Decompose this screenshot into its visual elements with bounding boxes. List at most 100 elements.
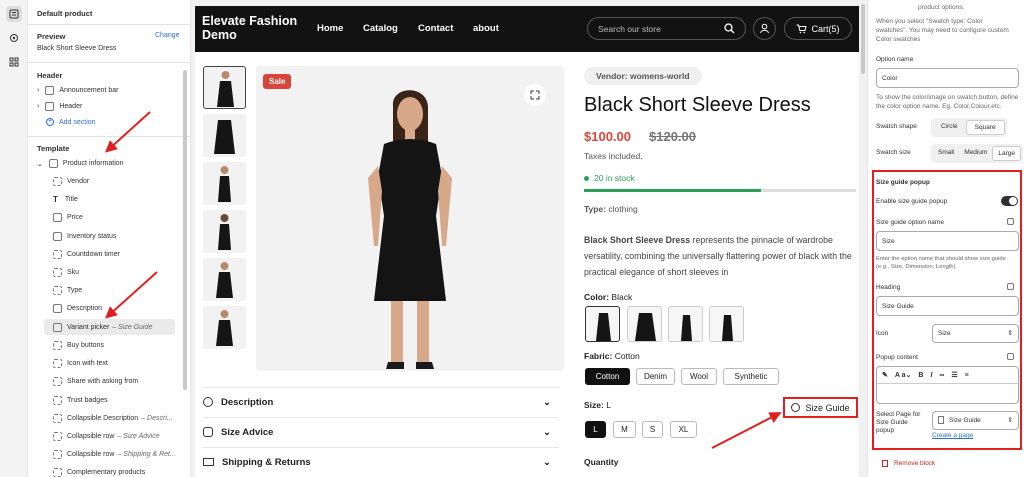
store-header: Elevate Fashion Demo Home Catalog Contac… [195, 6, 859, 52]
product-thumb-4[interactable] [203, 210, 246, 253]
user-icon [760, 23, 769, 34]
nav-about[interactable]: about [473, 23, 499, 34]
panel-title: Default product [37, 9, 93, 18]
header-heading: Header [37, 71, 63, 80]
product-thumb-6[interactable] [203, 306, 246, 349]
color-swatch-4[interactable] [709, 306, 744, 342]
block-sku[interactable]: Sku [53, 268, 190, 277]
magic-icon[interactable]: ✎ [882, 371, 888, 379]
swatch-size-medium[interactable]: Medium [959, 146, 992, 161]
bold-icon[interactable]: B [918, 372, 923, 379]
block-share[interactable]: Share with asking from [53, 377, 190, 386]
preview-scrollbar[interactable] [859, 0, 867, 477]
dynamic-source-icon[interactable] [1007, 283, 1014, 290]
info-text-2: swatches". You may need to configure cus… [876, 27, 1009, 34]
info-text-1: When you select "Swatch type: Color [876, 18, 983, 25]
text-style-icon[interactable]: A a⌄ [895, 371, 912, 379]
vendor-badge[interactable]: Vendor: womens-world [584, 67, 702, 85]
block-countdown-timer[interactable]: Countdown timer [53, 250, 190, 259]
swatch-shape-circle[interactable]: Circle [933, 120, 966, 135]
swatch-size-small[interactable]: Small [933, 146, 959, 161]
block-variant-picker[interactable]: Variant picker – Size Guide [44, 319, 175, 335]
swatch-shape-control[interactable]: Circle Square [931, 118, 1007, 137]
expand-icon[interactable] [524, 84, 546, 106]
link-icon[interactable]: ∞ [939, 372, 944, 379]
block-complementary-products[interactable]: Complementary products [53, 468, 190, 477]
fabric-wool[interactable]: Wool [681, 368, 717, 385]
search-icon[interactable] [724, 23, 735, 34]
option-name-input[interactable]: Color [876, 68, 1019, 88]
numbered-list-icon[interactable]: ≡ [965, 372, 969, 379]
enable-size-guide-toggle[interactable] [1001, 196, 1018, 206]
dynamic-source-icon[interactable] [1007, 218, 1014, 225]
change-link[interactable]: Change [155, 32, 190, 39]
size-xl[interactable]: XL [670, 421, 697, 438]
add-section-button[interactable]: + Add section [46, 118, 190, 126]
size-l[interactable]: L [585, 421, 606, 438]
block-settings-panel: product options. When you select "Swatch… [867, 0, 1024, 477]
ruler-icon [203, 427, 213, 437]
option-help-1: To show the color/image on swatch button… [876, 94, 1019, 101]
remove-block-button[interactable]: Remove block [882, 460, 935, 467]
accordion-shipping[interactable]: Shipping & Returns ⌄ [203, 447, 559, 476]
create-page-link[interactable]: Create a page [932, 432, 973, 439]
product-thumb-3[interactable] [203, 162, 246, 205]
block-price[interactable]: Price [53, 213, 190, 222]
section-header[interactable]: › Header [37, 102, 190, 111]
sections-icon[interactable] [6, 6, 22, 22]
bullet-list-icon[interactable]: ☰ [951, 371, 957, 379]
size-guide-button[interactable]: Size Guide [783, 397, 858, 418]
heading-input[interactable]: Size Guide [876, 296, 1019, 316]
stock-bar [584, 189, 856, 192]
block-type[interactable]: Type [53, 286, 190, 295]
product-main-image[interactable]: Sale [256, 66, 564, 371]
block-trust-badges[interactable]: Trust badges [53, 396, 190, 405]
accordion-size-advice[interactable]: Size Advice ⌄ [203, 417, 559, 446]
product-thumb-1[interactable] [203, 66, 246, 109]
info-text-3: Color swatches [876, 36, 921, 43]
color-swatch-3[interactable] [668, 306, 703, 342]
fabric-synthetic[interactable]: Synthetic [723, 368, 779, 385]
product-thumb-2[interactable] [203, 114, 246, 157]
size-guide-option-input[interactable]: Size [876, 231, 1019, 251]
fabric-denim[interactable]: Denim [636, 368, 675, 385]
icon-select[interactable]: Size ⇕ [932, 324, 1019, 343]
dynamic-source-icon[interactable] [1007, 353, 1014, 360]
store-logo[interactable]: Elevate Fashion Demo [202, 14, 312, 42]
block-buy-buttons[interactable]: Buy buttons [53, 341, 190, 350]
block-vendor[interactable]: Vendor [53, 177, 190, 186]
block-inventory-status[interactable]: Inventory status [53, 232, 190, 241]
product-thumb-5[interactable] [203, 258, 246, 301]
italic-icon[interactable]: I [930, 372, 932, 379]
popup-content-editor[interactable]: ✎ A a⌄ B I ∞ ☰ ≡ [876, 366, 1019, 404]
cart-button[interactable]: Cart(5) [784, 17, 852, 40]
apps-icon[interactable] [6, 54, 22, 70]
block-title[interactable]: T Title [53, 195, 190, 204]
swatch-size-large[interactable]: Large [992, 146, 1022, 161]
block-collapsible-description[interactable]: Collapsible Description – Descri... [53, 414, 190, 423]
store-search-input[interactable]: Search our store [587, 17, 746, 40]
block-icon-with-text[interactable]: Icon with text [53, 359, 190, 368]
fabric-cotton[interactable]: Cotton [585, 368, 630, 385]
account-button[interactable] [753, 17, 776, 40]
block-description[interactable]: Description [53, 304, 190, 313]
nav-contact[interactable]: Contact [418, 23, 453, 34]
color-swatch-1[interactable] [585, 306, 620, 342]
color-swatch-2[interactable] [627, 306, 662, 342]
rte-toolbar: ✎ A a⌄ B I ∞ ☰ ≡ [877, 367, 1018, 384]
settings-icon[interactable] [6, 30, 22, 46]
section-product-information[interactable]: ⌄ Product information [37, 159, 190, 168]
section-announcement-bar[interactable]: › Announcement bar [37, 86, 190, 95]
nav-home[interactable]: Home [317, 23, 343, 34]
size-s[interactable]: S [642, 421, 663, 438]
size-m[interactable]: M [613, 421, 636, 438]
block-collapsible-size-advice[interactable]: Collapsible row – Size Advice [53, 432, 190, 441]
accordion-description[interactable]: Description ⌄ [203, 387, 559, 416]
quantity-label: Quantity [584, 457, 619, 467]
nav-catalog[interactable]: Catalog [363, 23, 398, 34]
swatch-size-control[interactable]: Small Medium Large [931, 144, 1024, 163]
panel-scrollbar[interactable] [183, 70, 187, 390]
page-select[interactable]: Size Guide ⇕ [932, 411, 1019, 430]
swatch-shape-square[interactable]: Square [965, 120, 1005, 135]
block-collapsible-shipping[interactable]: Collapsible row – Shipping & Ret... [53, 450, 190, 459]
